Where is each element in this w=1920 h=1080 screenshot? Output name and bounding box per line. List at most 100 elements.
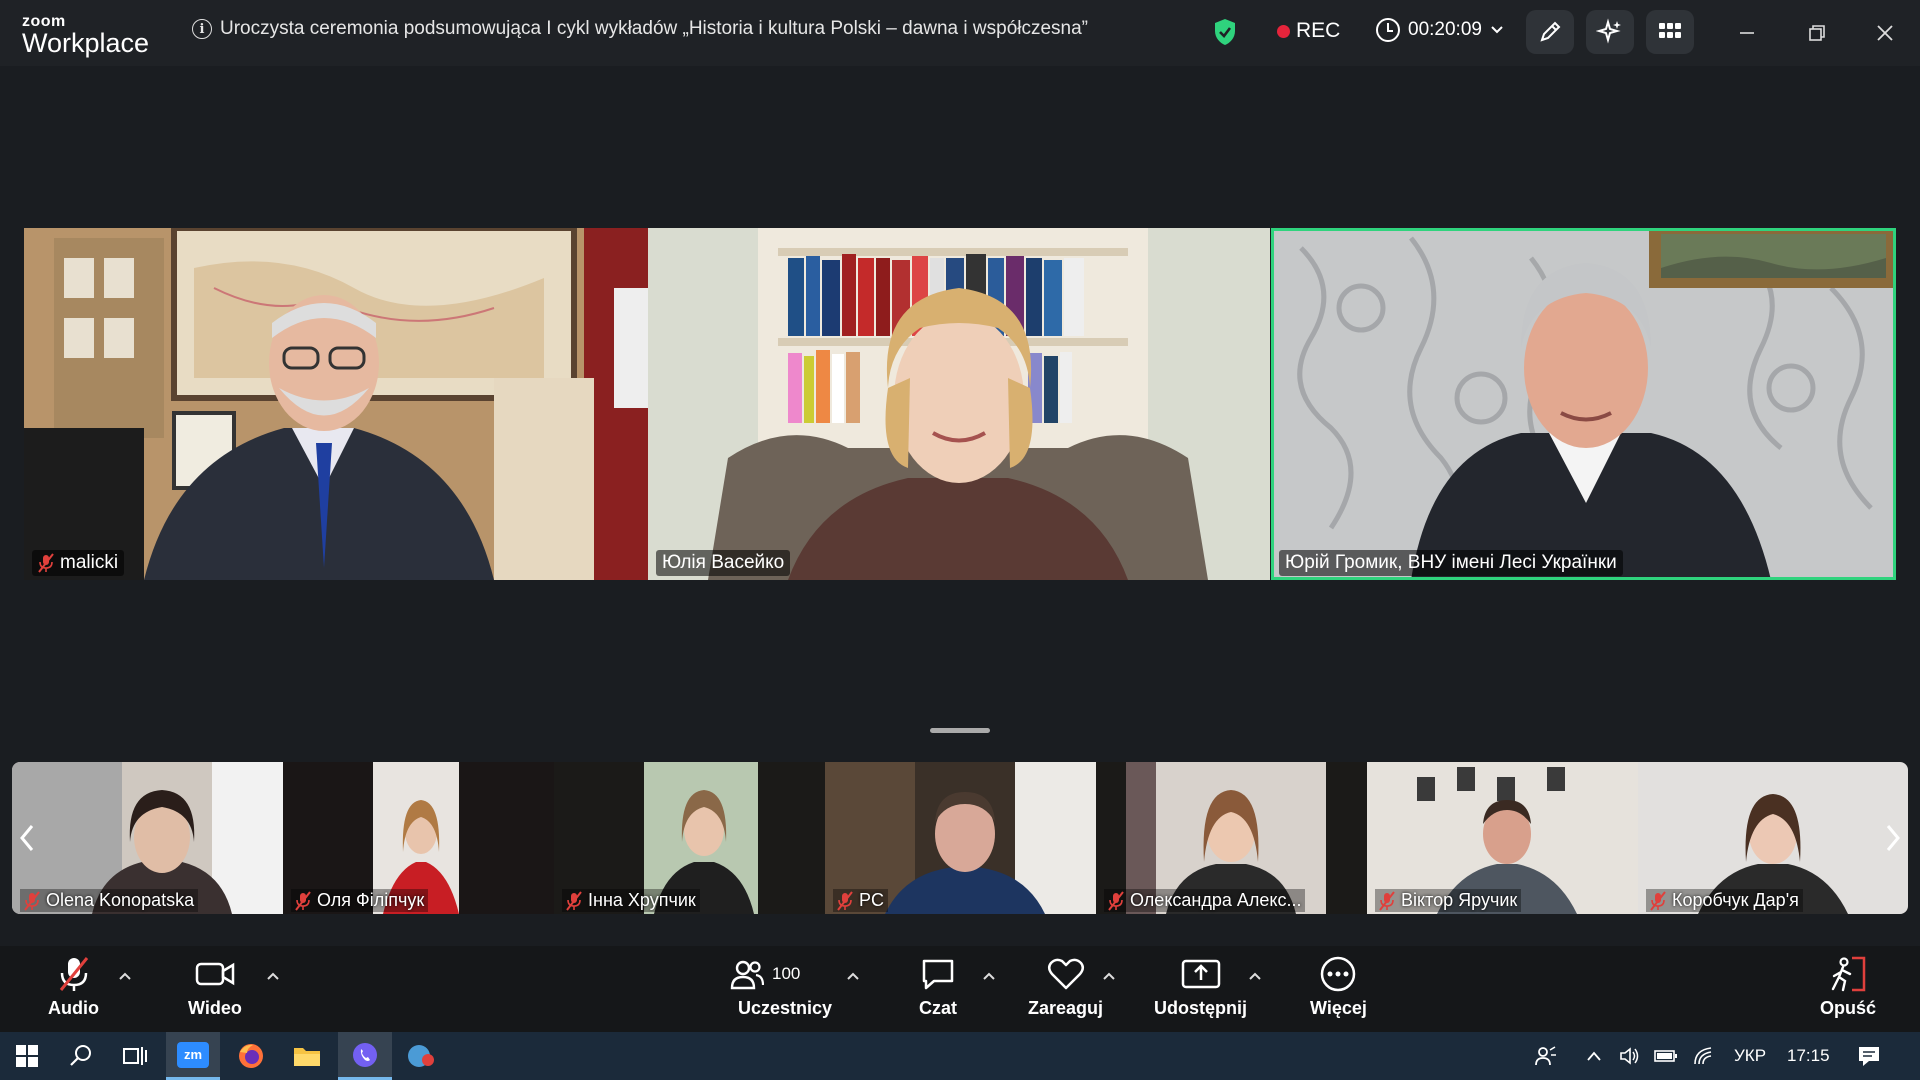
video-feed <box>24 228 648 580</box>
leave-icon <box>1831 956 1866 992</box>
restore-icon[interactable] <box>1802 18 1832 48</box>
leave-label: Opuść <box>1820 998 1877 1018</box>
participant-name: Юрій Громик, ВНУ імені Лесі Українки <box>1285 552 1617 573</box>
participant-name: Віктор Яручик <box>1401 890 1518 910</box>
volume-icon[interactable] <box>1610 1032 1650 1080</box>
task-view-icon <box>123 1047 147 1065</box>
chat-options-caret[interactable] <box>982 968 996 984</box>
recording-indicator[interactable]: REC <box>1277 19 1340 43</box>
system-clock[interactable]: 17:15 <box>1787 1046 1830 1066</box>
shield-icon[interactable] <box>1213 18 1237 46</box>
participant-thumbnail-strip: Olena Konopatska Оля Філіпчук Інна Хрупч… <box>12 762 1908 914</box>
react-options-caret[interactable] <box>1102 968 1116 984</box>
participants-button[interactable]: 100 Uczestnicy <box>730 954 840 1019</box>
taskbar-viber[interactable] <box>338 1032 392 1080</box>
keyboard-language[interactable]: УКР <box>1734 1046 1766 1066</box>
participant-name-label: Олександра Алекс... <box>1104 889 1306 912</box>
heart-icon <box>1047 958 1084 990</box>
participants-options-caret[interactable] <box>846 968 860 984</box>
leave-button[interactable]: Opuść <box>1820 954 1876 1019</box>
title-bar: zoom Workplace i Uroczysta ceremonia pod… <box>0 0 1920 66</box>
close-icon[interactable] <box>1870 18 1900 48</box>
chevron-up-icon <box>267 972 279 980</box>
thumbnail-oleksandra[interactable]: Олександра Алекс... <box>1096 762 1367 914</box>
participant-name: Інна Хрупчик <box>588 890 696 910</box>
more-icon <box>1321 956 1356 992</box>
task-view-button[interactable] <box>108 1032 162 1080</box>
timer-value: 00:20:09 <box>1408 19 1482 40</box>
participant-name-label: Оля Філіпчук <box>291 889 429 912</box>
windows-logo-icon <box>16 1045 38 1067</box>
taskbar-zoom-app[interactable]: zm <box>166 1032 220 1080</box>
participant-name-label: Віктор Яручик <box>1375 889 1522 912</box>
notifications-icon[interactable] <box>1844 1032 1894 1080</box>
mic-muted-icon <box>566 890 582 911</box>
taskbar-app[interactable] <box>394 1032 448 1080</box>
participant-name-label: Коробчук Дар'я <box>1646 889 1803 912</box>
ai-companion-button[interactable] <box>1586 10 1634 54</box>
mic-muted-icon <box>1108 890 1124 911</box>
meeting-title[interactable]: i Uroczysta ceremonia podsumowująca I cy… <box>192 18 1088 40</box>
meeting-title-text: Uroczysta ceremonia podsumowująca I cykl… <box>220 18 1089 39</box>
video-tile-yulia[interactable]: Юлія Васейко <box>648 228 1270 580</box>
video-tile-malicki[interactable]: malicki <box>24 228 648 580</box>
participants-icon <box>730 960 764 990</box>
annotate-button[interactable] <box>1526 10 1574 54</box>
thumbnail-korobchuk[interactable]: Коробчук Дар'я <box>1638 762 1908 914</box>
more-button[interactable]: Więcej <box>1310 954 1367 1019</box>
tray-chevron-up-icon[interactable] <box>1574 1032 1614 1080</box>
audio-button[interactable]: Audio <box>48 954 99 1019</box>
viber-icon <box>353 1042 377 1067</box>
taskbar-file-explorer[interactable] <box>280 1032 334 1080</box>
share-button[interactable]: Udostępnij <box>1154 954 1247 1019</box>
video-stage: malicki Юлія Васейко Юрій Громик, ВНУ ім… <box>0 66 1920 946</box>
mic-muted-icon <box>295 890 311 911</box>
thumbnail-pc[interactable]: PC <box>825 762 1096 914</box>
video-tile-yuriy-active-speaker[interactable]: Юрій Громик, ВНУ імені Лесі Українки <box>1271 228 1896 580</box>
react-button[interactable]: Zareaguj <box>1028 954 1103 1019</box>
mic-muted-icon <box>1650 890 1666 911</box>
strip-next-button[interactable] <box>1878 762 1908 914</box>
participants-count: 100 <box>772 964 801 983</box>
participant-name: Юлія Васейко <box>662 552 785 573</box>
mic-muted-icon <box>837 890 853 911</box>
chat-button[interactable]: Czat <box>916 954 960 1019</box>
more-label: Więcej <box>1310 998 1367 1018</box>
apps-button[interactable] <box>1646 10 1694 54</box>
chevron-up-icon <box>983 972 995 980</box>
participant-name: PC <box>859 890 885 910</box>
start-button[interactable] <box>0 1032 54 1080</box>
thumbnail-olia[interactable]: Оля Філіпчук <box>283 762 554 914</box>
audio-options-caret[interactable] <box>118 968 132 984</box>
info-icon[interactable]: i <box>192 19 212 39</box>
wifi-icon[interactable] <box>1684 1032 1724 1080</box>
pencil-icon <box>1540 21 1561 42</box>
video-button[interactable]: Wideo <box>188 954 242 1019</box>
minimize-icon[interactable] <box>1732 18 1762 48</box>
thumbnail-viktor[interactable]: Віктор Яручик <box>1367 762 1638 914</box>
participant-name: Olena Konopatska <box>46 890 195 910</box>
thumbnail-inna[interactable]: Інна Хрупчик <box>554 762 825 914</box>
thumbnail-olena[interactable]: Olena Konopatska <box>12 762 283 914</box>
rec-label: REC <box>1296 19 1341 42</box>
participants-label: Uczestnicy <box>737 998 833 1018</box>
video-feed <box>1271 228 1896 580</box>
taskbar-firefox[interactable] <box>224 1032 278 1080</box>
strip-prev-button[interactable] <box>12 762 42 914</box>
chat-icon <box>922 959 954 990</box>
resize-handle[interactable] <box>930 728 990 733</box>
sparkle-icon <box>1596 18 1621 44</box>
chevron-up-icon <box>119 972 131 980</box>
windows-taskbar: zm УКР 17:15 <box>0 1032 1920 1080</box>
share-options-caret[interactable] <box>1248 968 1262 984</box>
search-button[interactable] <box>54 1032 108 1080</box>
video-options-caret[interactable] <box>266 968 280 984</box>
battery-icon[interactable] <box>1646 1032 1686 1080</box>
participant-name: Оля Філіпчук <box>317 890 425 910</box>
participant-name-label: Olena Konopatska <box>20 889 199 912</box>
participant-name-label: Інна Хрупчик <box>562 889 700 912</box>
participant-name-label: malicki <box>32 550 125 576</box>
people-icon[interactable] <box>1524 1032 1568 1080</box>
meeting-timer[interactable]: 00:20:09 <box>1376 18 1504 42</box>
mic-muted-icon <box>59 957 88 991</box>
